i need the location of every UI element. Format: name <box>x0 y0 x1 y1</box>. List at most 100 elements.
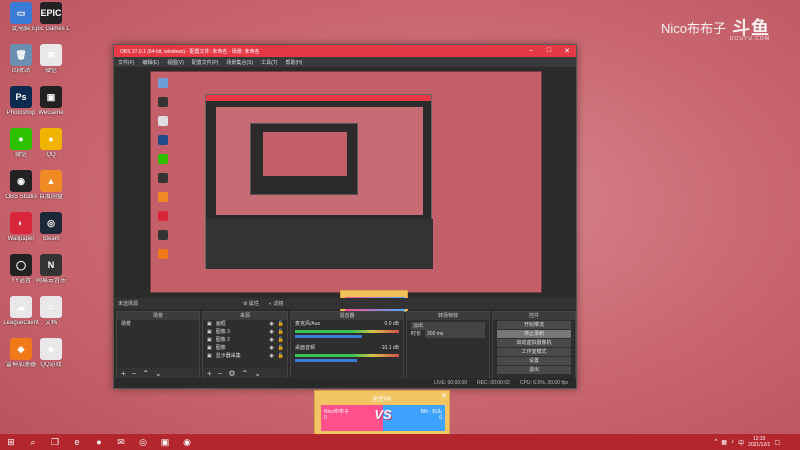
control-button[interactable]: 启动虚拟摄像机 <box>497 339 571 347</box>
app-icon[interactable]: ▣ <box>154 434 176 450</box>
desktop-icon[interactable]: EPIC Epic Games Launcher <box>32 2 70 33</box>
transition-select[interactable]: 淡出 <box>407 322 489 330</box>
control-button[interactable]: 停止录制 <box>497 330 571 338</box>
gear-icon[interactable]: ⚙ <box>228 369 235 378</box>
taskview-icon[interactable]: ❐ <box>44 434 66 450</box>
transitions-panel: 转场特效 淡出 时长 300 ms <box>406 311 490 379</box>
image-source-icon: ▣ <box>207 329 212 335</box>
obs-icon[interactable]: ◉ <box>176 434 198 450</box>
desktop-icon[interactable]: ▣ WeGame <box>32 86 70 117</box>
volume-icon[interactable]: ♪ <box>731 439 734 445</box>
visibility-eye-icon[interactable]: ◉ <box>269 336 273 344</box>
scene-item[interactable]: 场景 <box>117 320 199 328</box>
menu-item[interactable]: 工具(T) <box>261 59 277 66</box>
properties-button[interactable]: ⚙ 属性 <box>243 300 259 307</box>
pk-title: 全民PK <box>371 397 392 403</box>
app-icon: ✉ <box>40 44 62 66</box>
lock-icon[interactable]: 🔓 <box>278 352 287 360</box>
streamer-name: Nico布布子 <box>660 20 726 36</box>
pk-vs-label: VS <box>374 407 392 422</box>
close-icon[interactable]: ✕ <box>441 392 447 400</box>
lock-icon[interactable]: 🔓 <box>278 344 287 352</box>
menu-item[interactable]: 文件(F) <box>118 59 134 66</box>
desktop-icon[interactable]: ◎ Steam <box>32 212 70 243</box>
game-icon[interactable]: ● <box>88 434 110 450</box>
cloud-icon: ☁ <box>10 296 32 318</box>
menu-item[interactable]: 编辑(E) <box>142 59 159 66</box>
add-icon[interactable]: + <box>121 369 126 378</box>
control-button[interactable]: 工作室模式 <box>497 348 571 356</box>
desktop-volume-slider[interactable] <box>295 359 357 362</box>
visibility-eye-icon[interactable]: ◉ <box>269 344 273 352</box>
notification-icon[interactable]: ▢ <box>774 439 780 446</box>
minimize-button[interactable]: – <box>522 47 540 55</box>
control-button[interactable]: 开始推流 <box>497 321 571 329</box>
desktop-icon[interactable]: ● QQ <box>32 128 70 159</box>
source-label: 图像 <box>215 345 226 351</box>
source-item[interactable]: ▣ 图像 3 ◉ 🔓 <box>203 328 287 336</box>
preview-desktop-icons <box>153 74 173 268</box>
down-icon[interactable]: ⌄ <box>254 369 261 378</box>
clock[interactable]: 12:33 2021/12/1 <box>748 436 770 448</box>
remove-icon[interactable]: − <box>132 369 137 378</box>
ime-icon[interactable]: 中 <box>738 438 744 447</box>
source-label: 显示器采集 <box>215 353 241 359</box>
network-icon[interactable]: ▦ <box>721 439 727 446</box>
up-icon[interactable]: ⌃ <box>142 369 149 378</box>
no-source-selected: 未选择源 <box>118 301 139 307</box>
lock-icon[interactable]: 🔓 <box>278 328 287 336</box>
lock-icon[interactable]: 🔓 <box>278 336 287 344</box>
control-button[interactable]: 退出 <box>497 366 571 374</box>
close-button[interactable]: ✕ <box>558 47 576 55</box>
filters-button[interactable]: ◐ 滤镜 <box>269 300 283 307</box>
wechat-icon: ● <box>10 128 32 150</box>
desktop-icon[interactable]: ☻ QQ游戏 <box>32 338 70 369</box>
obs-titlebar[interactable]: OBS 27.0.1 (64-bit, windows) - 配置文件: 未命名… <box>114 45 576 57</box>
obs-icon: ◉ <box>10 170 32 192</box>
photoshop-icon: Ps <box>10 86 32 108</box>
menu-item[interactable]: 视图(V) <box>167 59 184 66</box>
live-timer: LIVE: 00:00:00 <box>434 380 468 386</box>
transition-duration[interactable]: 时长 300 ms <box>407 330 489 338</box>
source-label: 图像 2 <box>215 337 230 343</box>
mic-volume-slider[interactable] <box>295 335 363 338</box>
add-icon[interactable]: + <box>207 369 212 378</box>
lock-icon[interactable]: 🔓 <box>278 320 287 328</box>
wechat-icon[interactable]: ✉ <box>110 434 132 450</box>
desktop-icon[interactable]: N 网易云音乐 <box>32 254 70 285</box>
up-icon[interactable]: ⌃ <box>242 369 249 378</box>
steam-icon[interactable]: ◎ <box>132 434 154 450</box>
desktop-icon[interactable]: ≡ 文档 <box>32 296 70 327</box>
source-item[interactable]: ▣ 画框 ◉ 🔓 <box>203 320 287 328</box>
chevron-up-icon[interactable]: ^ <box>715 439 718 445</box>
computer-icon: ▭ <box>10 2 32 24</box>
maximize-button[interactable]: □ <box>540 47 558 55</box>
desktop-icon-label: 百度网盘 <box>38 194 63 200</box>
desktop-icon[interactable]: ✉ 微信 <box>32 44 70 75</box>
pk-right-score: 0 <box>439 415 442 421</box>
down-icon[interactable]: ⌄ <box>155 369 162 378</box>
desktop-icon-label: WeGame <box>38 110 64 116</box>
visibility-eye-icon[interactable]: ◉ <box>269 328 273 336</box>
menu-item[interactable]: 配置文件(P) <box>192 59 219 66</box>
recycle-bin-icon: 🗑 <box>10 44 32 66</box>
edge-icon[interactable]: e <box>66 434 88 450</box>
visibility-eye-icon[interactable]: ◉ <box>269 352 273 360</box>
visibility-eye-icon[interactable]: ◉ <box>269 320 273 328</box>
desktop-icon[interactable]: ▲ 百度网盘 <box>32 170 70 201</box>
image-source-icon: ▣ <box>207 337 212 343</box>
source-item[interactable]: ▣ 图像 2 ◉ 🔓 <box>203 336 287 344</box>
sources-header: 来源 <box>203 312 287 320</box>
windows-icon[interactable]: ⊞ <box>0 434 22 450</box>
source-item[interactable]: ▣ 显示器采集 ◉ 🔓 <box>203 352 287 360</box>
obs-window[interactable]: OBS 27.0.1 (64-bit, windows) - 配置文件: 未命名… <box>113 44 577 389</box>
search-icon[interactable]: ⌕ <box>22 434 44 450</box>
obs-preview-canvas[interactable] <box>150 71 542 312</box>
menu-item[interactable]: 帮助(H) <box>285 59 302 66</box>
menu-item[interactable]: 场景集合(S) <box>226 59 253 66</box>
control-button[interactable]: 设置 <box>497 357 571 365</box>
source-item[interactable]: ▣ 图像 ◉ 🔓 <box>203 344 287 352</box>
remove-icon[interactable]: − <box>218 369 223 378</box>
pk-overlay-card: 全民PK ✕ Nico布布子 0 BN - 石头 0 VS <box>314 390 450 436</box>
desktop-icon-label: QQ游戏 <box>40 362 62 368</box>
